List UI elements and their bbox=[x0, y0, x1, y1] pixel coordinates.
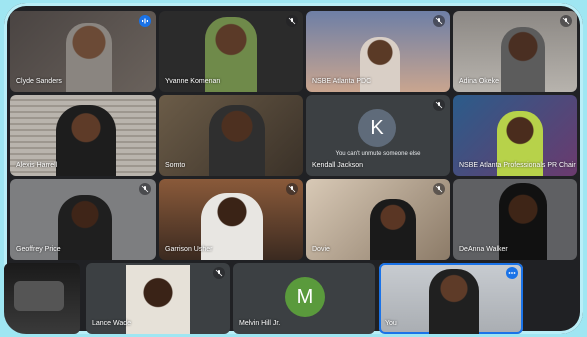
tile-you[interactable]: You bbox=[379, 263, 523, 334]
participant-name: Clyde Sanders bbox=[16, 78, 62, 85]
tile-nsbe-atlanta-pdc[interactable]: NSBE Atlanta PDC bbox=[306, 11, 450, 92]
mic-off-icon bbox=[433, 183, 445, 195]
participant-name: Kendall Jackson bbox=[312, 162, 363, 169]
unmute-hint: You can't unmute someone else bbox=[335, 151, 421, 157]
tile-garrison-usher[interactable]: Garrison Usher bbox=[159, 179, 303, 260]
avatar: M bbox=[285, 277, 325, 317]
tile-yvanne-komenan[interactable]: Yvanne Komenan bbox=[159, 11, 303, 92]
tile-dovie[interactable]: Dovie bbox=[306, 179, 450, 260]
participant-name: Geoffrey Price bbox=[16, 246, 61, 253]
tile-clyde-sanders[interactable]: Clyde Sanders bbox=[10, 11, 156, 92]
avatar-letter: M bbox=[296, 285, 314, 308]
tile-unnamed-participant[interactable] bbox=[4, 263, 80, 334]
more-options-icon[interactable] bbox=[506, 267, 518, 279]
tile-somto[interactable]: Somto bbox=[159, 95, 303, 176]
participant-name: NSBE Atlanta PDC bbox=[312, 78, 372, 85]
participant-video bbox=[14, 281, 64, 311]
participant-video bbox=[370, 199, 416, 260]
participant-video bbox=[209, 105, 265, 176]
speaking-indicator-icon bbox=[139, 15, 151, 27]
participant-name: Dovie bbox=[312, 246, 330, 253]
meeting-grid: Clyde Sanders Yvanne Komenan NSBE Atlant… bbox=[4, 3, 583, 334]
participant-video bbox=[56, 105, 116, 176]
avatar: K bbox=[358, 109, 396, 147]
participant-name: Alexis Harrell bbox=[16, 162, 58, 169]
participant-video bbox=[66, 23, 112, 92]
tile-melvin-hill-jr[interactable]: M Melvin Hill Jr. bbox=[233, 263, 375, 334]
tile-geoffrey-price[interactable]: Geoffrey Price bbox=[10, 179, 156, 260]
mic-off-icon bbox=[213, 267, 225, 279]
mic-off-icon bbox=[433, 99, 445, 111]
tile-nsbe-atlanta-pr-chair[interactable]: NSBE Atlanta Professionals PR Chair bbox=[453, 95, 577, 176]
tile-deanna-walker[interactable]: DeAnna Walker bbox=[453, 179, 577, 260]
tile-alexis-harrell[interactable]: Alexis Harrell bbox=[10, 95, 156, 176]
participant-name: Melvin Hill Jr. bbox=[239, 320, 281, 327]
mic-off-icon bbox=[286, 183, 298, 195]
participant-name: You bbox=[385, 320, 397, 327]
tile-adina-okeke[interactable]: Adina Okeke bbox=[453, 11, 577, 92]
participant-name: Lance Wade bbox=[92, 320, 132, 327]
participant-name: Somto bbox=[165, 162, 186, 169]
participant-name: Adina Okeke bbox=[459, 78, 500, 85]
participant-name: Garrison Usher bbox=[165, 246, 213, 253]
participant-video bbox=[429, 269, 479, 334]
mic-off-icon bbox=[286, 15, 298, 27]
participant-name: DeAnna Walker bbox=[459, 246, 508, 253]
participant-name: NSBE Atlanta Professionals PR Chair bbox=[459, 162, 576, 169]
avatar-letter: K bbox=[370, 116, 384, 139]
tile-lance-wade[interactable]: Lance Wade bbox=[86, 263, 230, 334]
mic-off-icon bbox=[139, 183, 151, 195]
tile-kendall-jackson[interactable]: K You can't unmute someone else Kendall … bbox=[306, 95, 450, 176]
participant-name: Yvanne Komenan bbox=[165, 78, 221, 85]
participant-video bbox=[126, 265, 190, 334]
mic-off-icon bbox=[560, 15, 572, 27]
mic-off-icon bbox=[433, 15, 445, 27]
participant-video bbox=[501, 27, 545, 92]
participant-video bbox=[58, 195, 112, 260]
